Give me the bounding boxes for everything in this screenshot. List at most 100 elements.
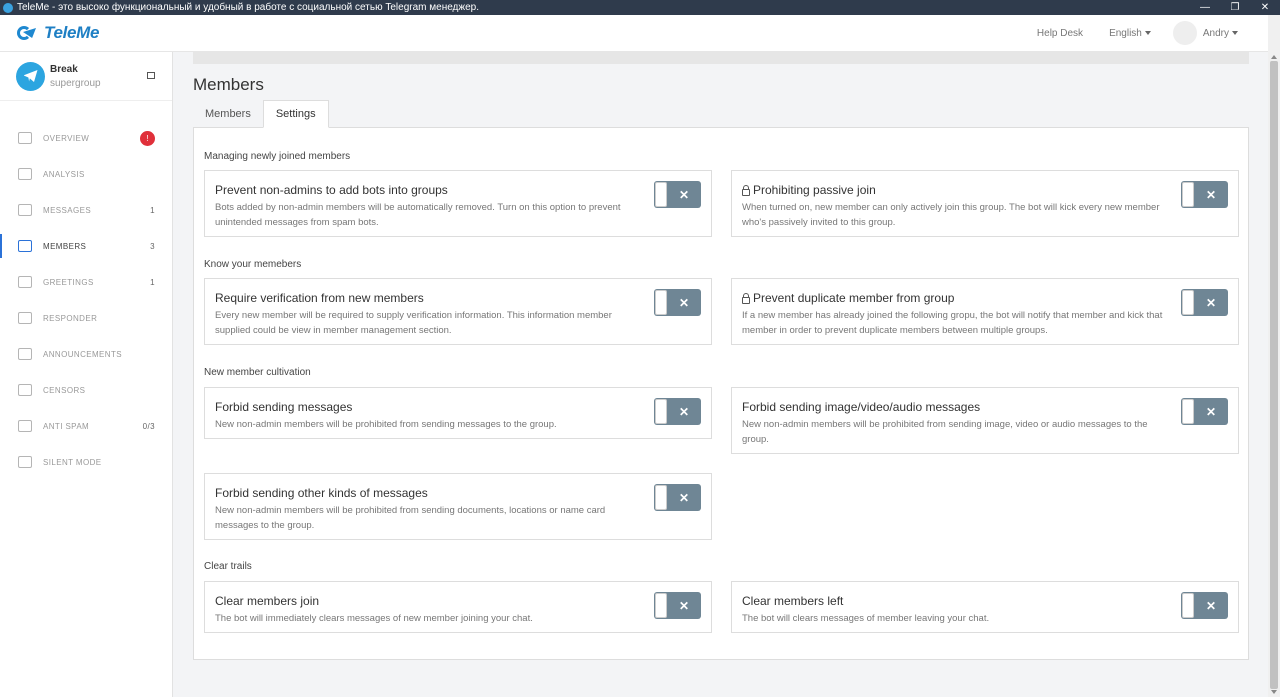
- user-menu[interactable]: Andry: [1203, 28, 1238, 39]
- close-icon: ✕: [1205, 598, 1217, 613]
- telegram-icon: [16, 61, 45, 91]
- page-scrollbar[interactable]: [1268, 15, 1280, 697]
- window-titlebar: TeleMe - это высоко функциональный и удо…: [0, 0, 1280, 15]
- shield-icon: [18, 420, 32, 432]
- toggle-knob: [1182, 593, 1194, 618]
- setting-card: Prevent non-admins to add bots into grou…: [204, 170, 712, 237]
- chevron-down-icon: [1232, 30, 1238, 35]
- setting-card: Clear members left The bot will clears m…: [731, 581, 1239, 633]
- maximize-button[interactable]: ❐: [1220, 2, 1250, 13]
- setting-description: When turned on, new member can only acti…: [742, 202, 1160, 228]
- minimize-button[interactable]: —: [1190, 2, 1220, 13]
- sidebar-item-responder[interactable]: RESPONDER: [0, 300, 172, 336]
- sidebar-item-count: 1: [150, 277, 155, 287]
- close-icon: ✕: [678, 598, 690, 613]
- alert-badge: !: [140, 130, 155, 146]
- settings-panel: Managing newly joined members Prevent no…: [193, 127, 1249, 660]
- toggle-knob: [1182, 182, 1194, 207]
- chart-icon: [18, 168, 32, 180]
- close-icon: ✕: [678, 295, 690, 310]
- setting-description: The bot will immediately clears messages…: [215, 613, 533, 624]
- members-icon: [18, 240, 32, 252]
- sidebar-item-overview[interactable]: OVERVIEW !: [0, 120, 172, 156]
- setting-card: Prohibiting passive join When turned on,…: [731, 170, 1239, 237]
- toggle-knob: [655, 182, 667, 207]
- setting-title: Forbid sending other kinds of messages: [215, 486, 428, 500]
- setting-description: The bot will clears messages of member l…: [742, 613, 990, 624]
- top-strip: [193, 52, 1249, 64]
- close-icon: ✕: [1205, 187, 1217, 202]
- toggle-knob: [655, 593, 667, 618]
- close-button[interactable]: ✕: [1250, 2, 1280, 13]
- tab-bar: Members Settings: [193, 100, 329, 128]
- setting-toggle[interactable]: ✕: [654, 181, 701, 208]
- toggle-knob: [1182, 290, 1194, 315]
- setting-card: Forbid sending image/video/audio message…: [731, 387, 1239, 454]
- sidebar-item-label: ANALYSIS: [43, 169, 85, 179]
- sidebar-item-messages[interactable]: MESSAGES 1: [0, 192, 172, 228]
- setting-toggle[interactable]: ✕: [1181, 181, 1228, 208]
- sidebar-item-label: GREETINGS: [43, 277, 94, 287]
- app-header: TeleMe Help Desk English Andry: [0, 15, 1268, 52]
- language-dropdown[interactable]: English: [1109, 28, 1151, 39]
- setting-description: New non-admin members will be prohibited…: [215, 419, 557, 430]
- sidebar-item-greetings[interactable]: GREETINGS 1: [0, 264, 172, 300]
- sidebar-item-label: SILENT MODE: [43, 457, 102, 467]
- sidebar: Break supergroup OVERVIEW ! ANALYSIS MES…: [0, 52, 173, 697]
- setting-title: Prohibiting passive join: [742, 183, 1228, 197]
- app-icon: [3, 2, 13, 13]
- home-icon: [18, 132, 32, 144]
- chevron-down-icon: [1144, 30, 1151, 35]
- toggle-knob: [655, 399, 667, 424]
- setting-toggle[interactable]: ✕: [1181, 592, 1228, 619]
- setting-toggle[interactable]: ✕: [1181, 289, 1228, 316]
- toggle-knob: [1182, 399, 1194, 424]
- logo[interactable]: TeleMe: [17, 23, 100, 43]
- section-title: Know your memebers: [204, 259, 302, 270]
- main-content: Members Members Settings Managing newly …: [173, 52, 1268, 697]
- lock-icon: [742, 185, 750, 196]
- setting-toggle[interactable]: ✕: [654, 592, 701, 619]
- sidebar-item-members[interactable]: MEMBERS 3: [0, 228, 172, 264]
- logo-icon: [17, 24, 39, 42]
- window-title: TeleMe - это высоко функциональный и удо…: [17, 2, 479, 13]
- sidebar-item-announcements[interactable]: ANNOUNCEMENTS: [0, 336, 172, 372]
- switch-group-icon[interactable]: [147, 72, 155, 79]
- scroll-thumb[interactable]: [1270, 61, 1278, 689]
- sidebar-item-count: 1: [150, 205, 155, 215]
- sidebar-item-censors[interactable]: CENSORS: [0, 372, 172, 408]
- scroll-down-icon[interactable]: [1271, 690, 1277, 694]
- close-icon: ✕: [678, 187, 690, 202]
- setting-toggle[interactable]: ✕: [654, 484, 701, 511]
- lock-icon: [742, 293, 750, 304]
- setting-title: Prevent duplicate member from group: [742, 291, 1228, 305]
- setting-toggle[interactable]: ✕: [1181, 398, 1228, 425]
- setting-description: New non-admin members will be prohibited…: [215, 505, 606, 531]
- tab-members[interactable]: Members: [193, 100, 263, 128]
- scissors-icon: [18, 384, 32, 396]
- toggle-knob: [655, 485, 667, 510]
- sidebar-item-label: MEMBERS: [43, 241, 87, 251]
- scroll-up-icon[interactable]: [1271, 55, 1277, 59]
- mute-icon: [18, 456, 32, 468]
- sidebar-item-count: 3: [150, 241, 155, 251]
- group-name: Break: [50, 63, 78, 75]
- sidebar-item-anti-spam[interactable]: ANTI SPAM 0/3: [0, 408, 172, 444]
- setting-toggle[interactable]: ✕: [654, 289, 701, 316]
- sidebar-item-label: MESSAGES: [43, 205, 92, 215]
- page-title: Members: [193, 75, 264, 94]
- sidebar-item-silent-mode[interactable]: SILENT MODE: [0, 444, 172, 480]
- setting-description: New non-admin members will be prohibited…: [742, 419, 1148, 445]
- user-avatar[interactable]: [1172, 21, 1197, 45]
- close-icon: ✕: [678, 490, 690, 505]
- sidebar-item-label: RESPONDER: [43, 313, 98, 323]
- section-title: Clear trails: [204, 561, 252, 572]
- setting-toggle[interactable]: ✕: [654, 398, 701, 425]
- tab-settings[interactable]: Settings: [262, 100, 329, 128]
- section-title: Managing newly joined members: [204, 151, 351, 162]
- setting-description: Every new member will be required to sup…: [215, 310, 612, 336]
- help-desk-link[interactable]: Help Desk: [1037, 28, 1083, 39]
- sidebar-item-label: OVERVIEW: [43, 133, 90, 143]
- group-selector[interactable]: Break supergroup: [0, 52, 172, 101]
- sidebar-item-analysis[interactable]: ANALYSIS: [0, 156, 172, 192]
